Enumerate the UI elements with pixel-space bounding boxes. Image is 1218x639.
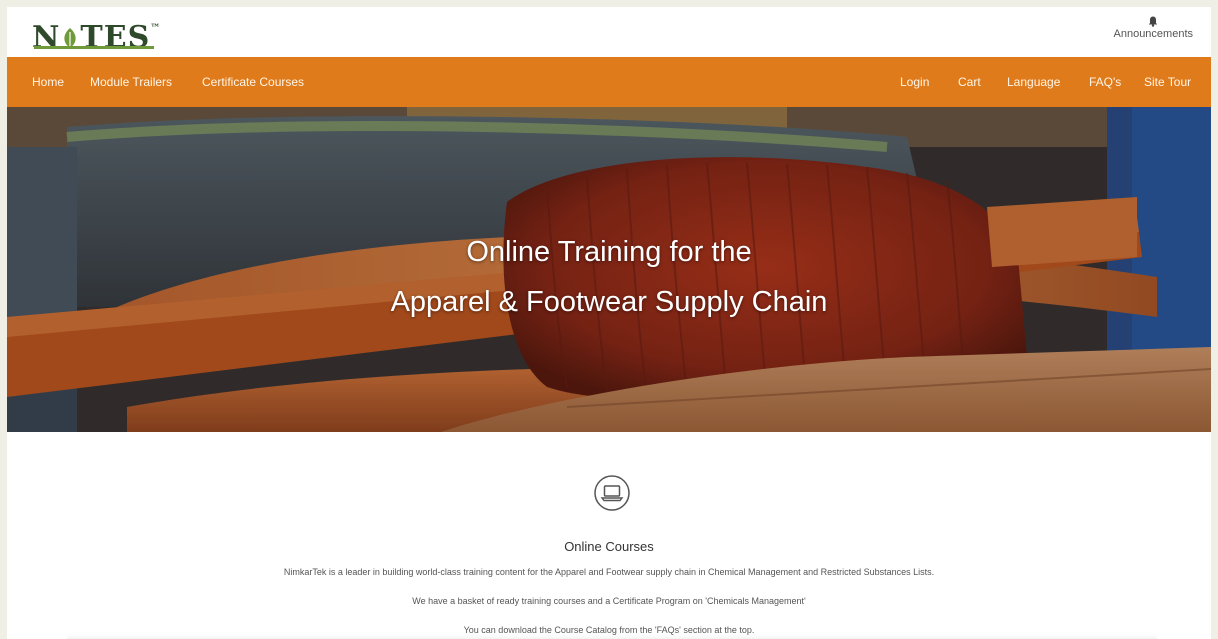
hero-line-2: Apparel & Footwear Supply Chain — [390, 286, 828, 318]
courses-section: Online Courses NimkarTek is a leader in … — [7, 432, 1211, 639]
nav-site-tour[interactable]: Site Tour — [1144, 75, 1191, 89]
logo-underline — [34, 46, 154, 49]
nav-certificate-courses[interactable]: Certificate Courses — [202, 75, 304, 89]
announcements-link[interactable]: Announcements — [1113, 16, 1194, 40]
hero-banner: Online Training for the Apparel & Footwe… — [7, 107, 1211, 432]
main-nav: Home Module Trailers Certificate Courses… — [7, 57, 1211, 107]
course-description-2: We have a basket of ready training cours… — [412, 596, 806, 606]
bell-icon — [1149, 16, 1158, 27]
announcements-label: Announcements — [1113, 28, 1194, 40]
nav-home[interactable]: Home — [32, 75, 64, 89]
page: N TES™ Announcements Home Module Trailer… — [7, 7, 1211, 639]
nav-language[interactable]: Language — [1007, 75, 1060, 89]
section-title: Online Courses — [564, 539, 654, 554]
nav-module-trailers[interactable]: Module Trailers — [90, 75, 172, 89]
course-description-1: NimkarTek is a leader in building world-… — [283, 567, 935, 577]
hero-heading: Online Training for the Apparel & Footwe… — [7, 227, 1211, 327]
laptop-icon — [594, 475, 630, 511]
content-shadow — [67, 634, 1157, 639]
nav-faqs[interactable]: FAQ's — [1089, 75, 1121, 89]
nav-login[interactable]: Login — [900, 75, 929, 89]
header: N TES™ Announcements — [7, 7, 1211, 57]
notes-logo[interactable]: N TES™ — [32, 13, 161, 54]
nav-cart[interactable]: Cart — [958, 75, 981, 89]
hero-line-1: Online Training for the — [466, 236, 752, 268]
